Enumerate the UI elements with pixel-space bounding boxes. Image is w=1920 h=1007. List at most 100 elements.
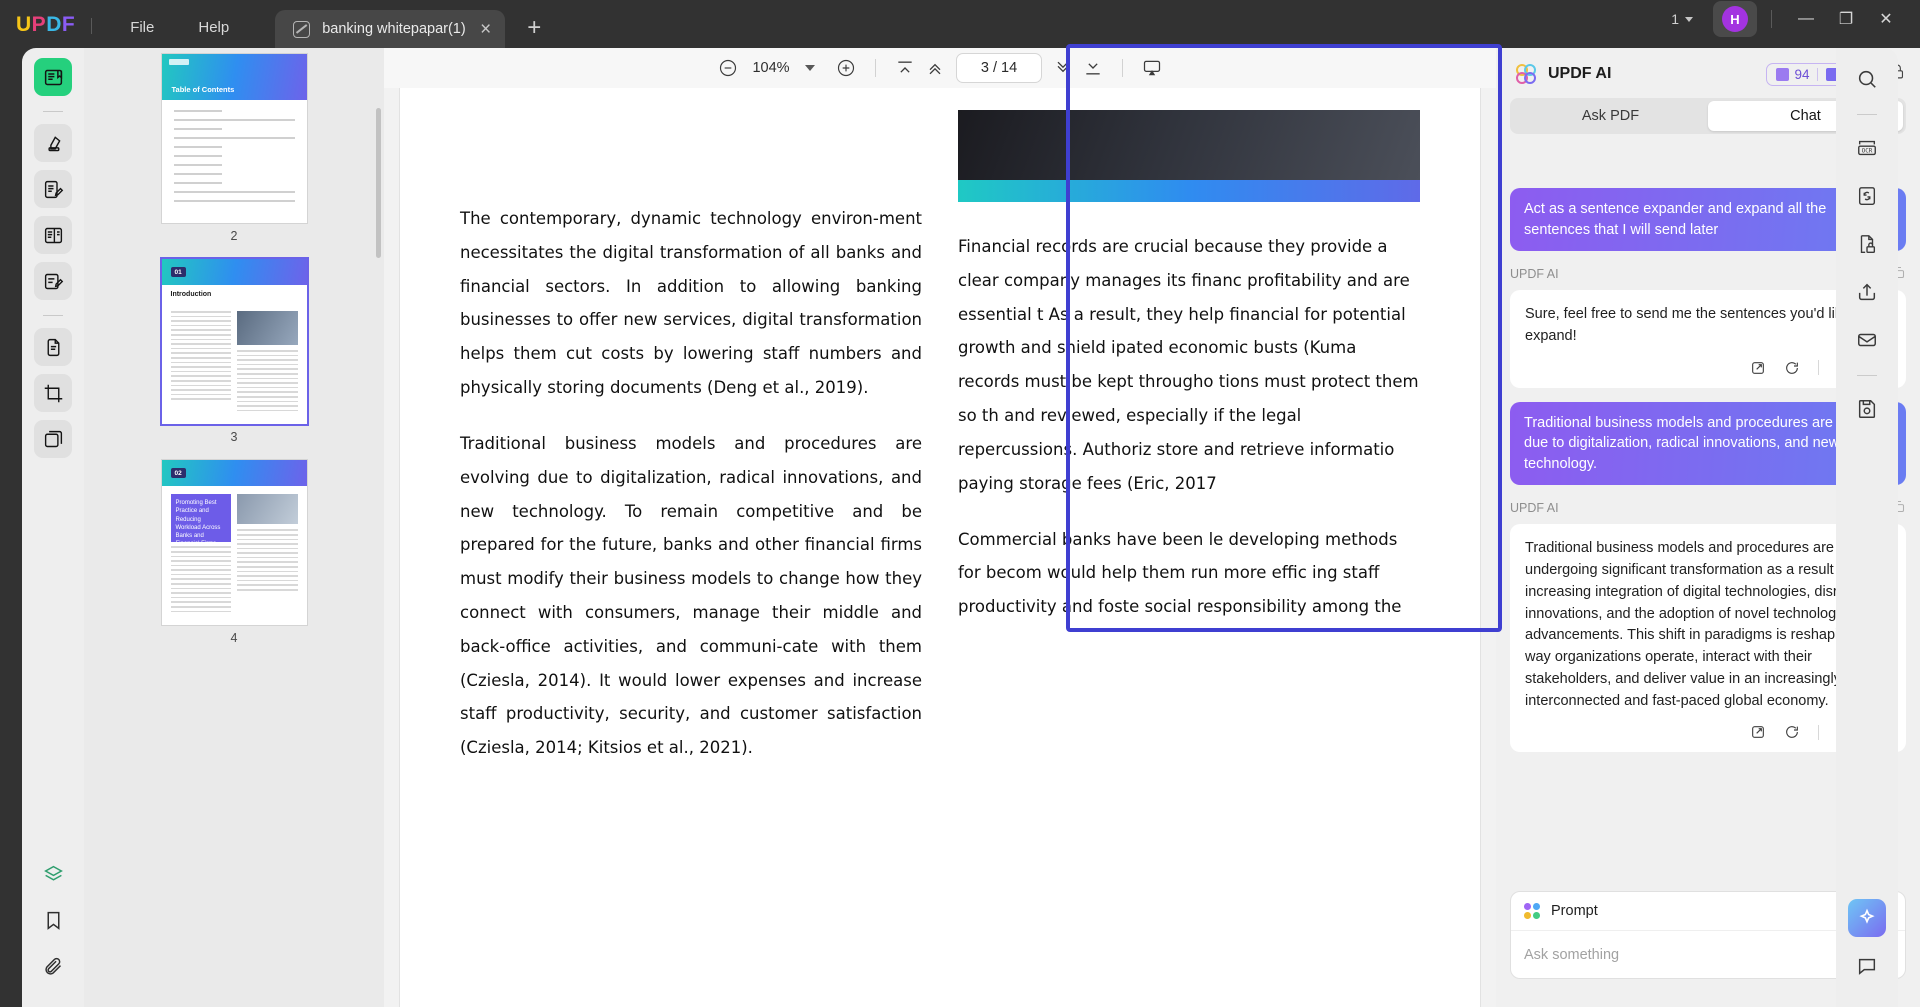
- thumbnail-page-4[interactable]: 02 Promoting Best Practice and Reducing …: [161, 460, 307, 655]
- new-tab-button[interactable]: +: [527, 16, 541, 40]
- paragraph: Financial records are crucial because th…: [958, 237, 1419, 493]
- divider: [1771, 10, 1772, 28]
- close-window-button[interactable]: ✕: [1866, 9, 1906, 29]
- sidebar-item-crop-page[interactable]: [34, 374, 72, 412]
- sidebar-item-organize-pages[interactable]: [34, 328, 72, 366]
- window-count-dropdown[interactable]: 1: [1665, 8, 1699, 30]
- convert-icon: [1858, 187, 1876, 205]
- divider: [43, 315, 63, 316]
- zoom-out-icon: [719, 59, 737, 77]
- sidebar-item-convert[interactable]: [1848, 177, 1886, 215]
- page-thumbnail-panel[interactable]: Table of Contents 2 01 Introduction 3 02…: [84, 48, 384, 1007]
- thumbnail-scrollbar[interactable]: [376, 108, 381, 258]
- page-photo-strip: [958, 180, 1420, 202]
- sidebar-item-ai-assistant[interactable]: [1848, 899, 1886, 937]
- menu-file[interactable]: File: [108, 19, 176, 36]
- logo-letter-p: P: [31, 13, 47, 36]
- sidebar-item-save[interactable]: [1848, 390, 1886, 428]
- page-layout-icon: [44, 227, 62, 243]
- prompt-icon: [1524, 903, 1540, 919]
- sidebar-item-bookmark[interactable]: [34, 901, 72, 939]
- presentation-mode-button[interactable]: [1137, 53, 1167, 83]
- page-separator: /: [992, 60, 997, 76]
- zoom-level-value[interactable]: 104%: [743, 60, 799, 76]
- open-in-new-icon[interactable]: [1750, 360, 1766, 376]
- sidebar-item-highlight[interactable]: [34, 124, 72, 162]
- sidebar-item-protect[interactable]: [1848, 225, 1886, 263]
- chevron-down-icon: [1685, 16, 1693, 22]
- thumbnail-page-3[interactable]: 01 Introduction 3: [161, 259, 307, 454]
- thumbnail-list: Table of Contents 2 01 Introduction 3 02…: [84, 48, 384, 655]
- titlebar-right-controls: 1 H — ❐ ✕: [1665, 1, 1906, 37]
- account-button[interactable]: H: [1713, 1, 1757, 37]
- sidebar-item-batch-process[interactable]: [34, 420, 72, 458]
- ai-chat-input[interactable]: [1524, 946, 1871, 963]
- zoom-in-button[interactable]: [831, 53, 861, 83]
- page-column-right: Financial records are crucial because th…: [958, 110, 1420, 787]
- first-page-button[interactable]: [890, 53, 920, 83]
- sidebar-item-search[interactable]: [1848, 60, 1886, 98]
- thumbnail-page-number: 2: [230, 229, 238, 243]
- chevron-up-double-icon: [929, 63, 941, 75]
- thumbnail-heading: Introduction: [170, 291, 212, 298]
- divider: [1122, 59, 1123, 77]
- thumbnail-toc-lines: [162, 100, 307, 223]
- thumbnail-heading: Promoting Best Practice and Reducing Wor…: [175, 500, 221, 547]
- sidebar-item-comment[interactable]: [1848, 947, 1886, 985]
- sidebar-item-ocr[interactable]: OCR: [1848, 129, 1886, 167]
- sidebar-item-reader-mode[interactable]: [34, 58, 72, 96]
- paragraph: Traditional business models and procedur…: [460, 433, 922, 758]
- save-icon: [1858, 400, 1876, 418]
- pdf-file-icon: [293, 20, 311, 38]
- document-viewer[interactable]: The contemporary, dynamic technology env…: [384, 88, 1496, 1007]
- attachment-icon: [44, 957, 61, 975]
- sidebar-item-page-layout[interactable]: [34, 216, 72, 254]
- thumbnail-body: Promoting Best Practice and Reducing Wor…: [162, 486, 307, 625]
- menu-help[interactable]: Help: [176, 19, 251, 36]
- close-icon[interactable]: ×: [480, 20, 491, 39]
- page-number-input[interactable]: 3 / 14: [956, 53, 1042, 83]
- avatar: H: [1722, 6, 1748, 32]
- minimize-button[interactable]: —: [1786, 10, 1826, 28]
- sidebar-item-edit-pdf[interactable]: [34, 262, 72, 300]
- zoom-out-button[interactable]: [713, 53, 743, 83]
- bookmark-icon: [47, 911, 59, 930]
- regenerate-icon[interactable]: [1784, 724, 1800, 740]
- thumbnail-page-2[interactable]: Table of Contents 2: [161, 54, 307, 253]
- maximize-button[interactable]: ❐: [1826, 9, 1866, 29]
- regenerate-icon[interactable]: [1784, 360, 1800, 376]
- window-count-label: 1: [1671, 11, 1679, 27]
- sidebar-item-annotate[interactable]: [34, 170, 72, 208]
- share-icon: [1858, 283, 1876, 301]
- batch-process-icon: [44, 430, 62, 447]
- updf-application-window: U P D F File Help banking whitepapar(1) …: [0, 0, 1920, 1007]
- thumbnail-logo: [168, 59, 189, 65]
- email-icon: [1858, 333, 1876, 347]
- prompt-mode-label: Prompt: [1551, 903, 1598, 919]
- sidebar-item-email[interactable]: [1848, 321, 1886, 359]
- document-tab[interactable]: banking whitepapar(1) ×: [275, 10, 506, 48]
- sidebar-item-share[interactable]: [1848, 273, 1886, 311]
- page-total: 14: [1001, 60, 1018, 76]
- thumbnail-image: 02 Promoting Best Practice and Reducing …: [161, 460, 307, 626]
- assistant-name: UPDF AI: [1510, 267, 1559, 282]
- svg-text:OCR: OCR: [1862, 148, 1873, 155]
- previous-page-button[interactable]: [920, 53, 950, 83]
- title-bar: U P D F File Help banking whitepapar(1) …: [0, 0, 1920, 48]
- thumbnail-toc-title: Table of Contents: [171, 85, 235, 94]
- last-page-button[interactable]: [1078, 53, 1108, 83]
- thumbnail-chapter-badge: 01: [170, 267, 186, 277]
- zoom-dropdown-icon[interactable]: [805, 65, 815, 71]
- next-page-button[interactable]: [1048, 53, 1078, 83]
- sidebar-item-attachment[interactable]: [34, 947, 72, 985]
- sidebar-item-layers[interactable]: [34, 855, 72, 893]
- open-in-new-icon[interactable]: [1750, 724, 1766, 740]
- divider: [43, 111, 63, 112]
- thumbnail-page-number: 3: [230, 430, 238, 445]
- logo-letter-u: U: [16, 13, 32, 36]
- divider: [1818, 724, 1819, 740]
- pdf-page: The contemporary, dynamic technology env…: [400, 88, 1480, 1007]
- divider: [875, 59, 876, 77]
- divider: [1857, 114, 1877, 115]
- tab-ask-pdf[interactable]: Ask PDF: [1513, 101, 1708, 131]
